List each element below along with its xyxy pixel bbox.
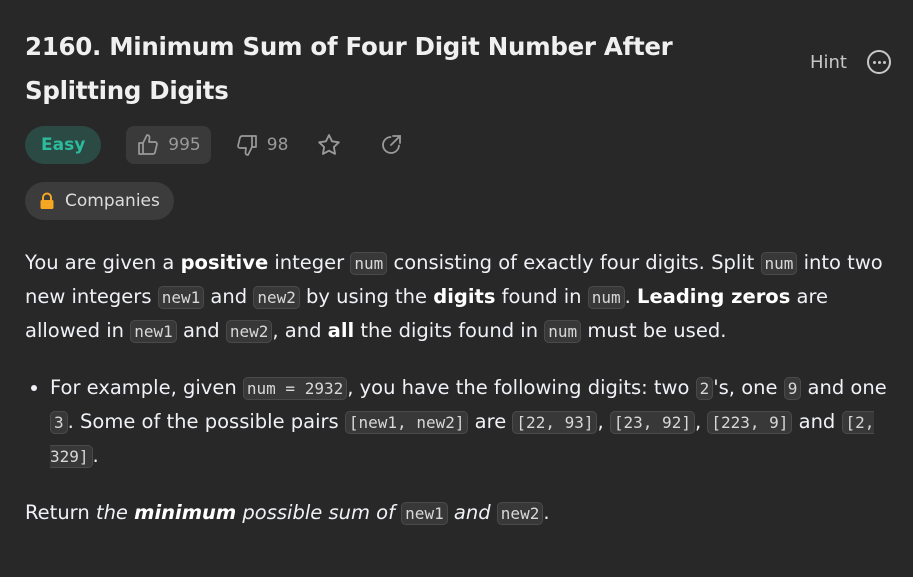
inline-code: new1 xyxy=(130,320,177,343)
inline-code: [new1, new2] xyxy=(344,411,469,434)
like-button[interactable]: 995 xyxy=(126,126,211,164)
emphasis-text: digits xyxy=(433,285,496,308)
list-item: For example, given num = 2932, you have … xyxy=(50,371,895,473)
inline-code: [223, 9] xyxy=(707,411,793,434)
text-segment: Return xyxy=(25,501,96,524)
text-segment: . Some of the possible pairs xyxy=(67,410,345,433)
inline-code: 9 xyxy=(783,377,802,400)
problem-title: 2160. Minimum Sum of Four Digit Number A… xyxy=(25,32,673,105)
companies-button[interactable]: Companies xyxy=(25,182,174,220)
hint-button[interactable]: Hint xyxy=(810,52,847,73)
text-segment: are xyxy=(468,410,513,433)
problem-description: You are given a positive integer num con… xyxy=(25,246,895,530)
emphasis-text: all xyxy=(327,319,355,342)
text-segment: must be used. xyxy=(581,319,727,342)
italic-text: and xyxy=(447,501,497,524)
example-list: For example, given num = 2932, you have … xyxy=(25,371,895,473)
inline-code: num xyxy=(587,286,625,309)
inline-code: num xyxy=(760,252,798,275)
share-button[interactable] xyxy=(372,126,410,164)
inline-code: new2 xyxy=(225,320,273,343)
text-segment: the digits found in xyxy=(354,319,545,342)
text-segment: 's, one xyxy=(713,376,784,399)
companies-label: Companies xyxy=(65,191,160,211)
more-icon[interactable] xyxy=(867,50,891,74)
text-segment: , xyxy=(597,410,610,433)
description-paragraph: You are given a positive integer num con… xyxy=(25,246,895,348)
text-segment: . xyxy=(543,501,550,524)
text-segment: and one xyxy=(801,376,887,399)
text-segment: found in xyxy=(495,285,588,308)
difficulty-badge: Easy xyxy=(25,126,102,164)
text-segment: by using the xyxy=(299,285,434,308)
return-paragraph: Return the minimum possible sum of new1 … xyxy=(25,496,895,530)
like-count: 995 xyxy=(168,135,201,155)
text-segment: . xyxy=(92,444,99,467)
text-segment: and xyxy=(792,410,842,433)
text-segment: . xyxy=(624,285,638,308)
text-segment: integer xyxy=(268,251,351,274)
favorite-button[interactable] xyxy=(310,126,348,164)
text-segment: , and xyxy=(272,319,328,342)
inline-code: 3 xyxy=(50,411,68,434)
lock-icon xyxy=(40,192,54,209)
inline-code: num xyxy=(350,252,388,275)
thumbs-down-icon xyxy=(236,135,257,156)
text-segment: and xyxy=(204,285,254,308)
inline-code: [23, 92] xyxy=(609,411,695,434)
emphasis-text: minimum xyxy=(134,501,237,524)
inline-code: new2 xyxy=(496,502,544,525)
inline-code: new2 xyxy=(253,286,300,309)
meta-row: Easy 995 98 xyxy=(25,126,410,164)
emphasis-text: Leading zeros xyxy=(637,285,791,308)
top-right-controls: Hint xyxy=(810,50,891,74)
dislike-button[interactable]: 98 xyxy=(225,126,299,164)
star-icon xyxy=(318,134,341,155)
thumbs-up-icon xyxy=(138,134,159,155)
inline-code: num xyxy=(544,320,582,343)
inline-code: 2 xyxy=(695,377,714,400)
emphasis-text: positive xyxy=(180,251,269,274)
text-segment: consisting of exactly four digits. Split xyxy=(387,251,761,274)
text-segment: You are given a xyxy=(25,251,181,274)
text-segment: For example, given xyxy=(50,376,243,399)
share-icon xyxy=(382,135,402,154)
italic-text: the xyxy=(95,501,135,524)
italic-text: minimum xyxy=(134,501,236,524)
italic-text: possible sum of xyxy=(236,501,402,524)
dislike-count: 98 xyxy=(266,135,289,155)
inline-code: [22, 93] xyxy=(512,411,598,434)
inline-code: num = 2932 xyxy=(242,377,348,400)
inline-code: new1 xyxy=(157,286,205,309)
inline-code: new1 xyxy=(401,502,448,525)
text-segment: , xyxy=(694,410,708,433)
text-segment: , you have the following digits: two xyxy=(347,376,696,399)
text-segment: and xyxy=(176,319,226,342)
